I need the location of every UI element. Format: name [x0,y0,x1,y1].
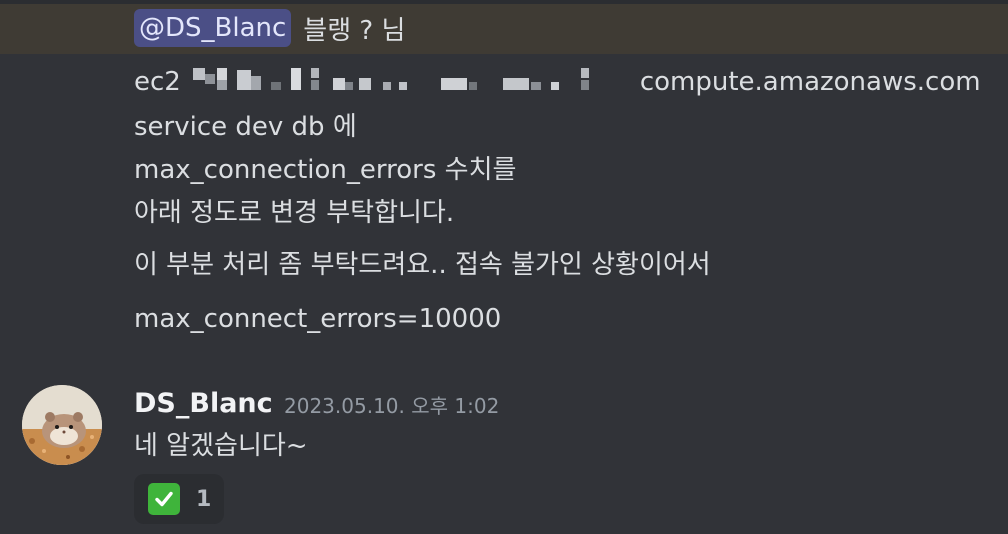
username[interactable]: DS_Blanc [134,386,273,422]
redacted-host-block [192,66,637,96]
chat-view: @DS_Blanc 블랭 ? 님 ec2 compute.amazonaws.c… [0,0,1008,534]
message-timestamp[interactable]: 2023.05.10. 오후 1:02 [284,394,499,418]
host-prefix: ec2 [134,67,181,97]
message-line-urgent: 이 부분 처리 좀 부탁드려요.. 접속 불가인 상황이어서 [134,250,711,280]
user-mention[interactable]: @DS_Blanc [134,9,292,47]
message-line-errors: max_connection_errors 수치를 [134,155,517,185]
message-line-host: ec2 compute.amazonaws.com [134,64,981,100]
mention-message-line: @DS_Blanc 블랭 ? 님 [134,6,405,50]
reaction-count: 1 [196,486,212,512]
message-line-service: service dev db 에 [134,112,357,142]
message-line-request: 아래 정도로 변경 부탁합니다. [134,198,455,228]
check-mark-icon [148,483,180,515]
reply-text: 네 알겠습니다~ [134,431,308,461]
host-suffix: compute.amazonaws.com [639,67,981,97]
hamster-avatar-icon [22,385,102,465]
reaction-button[interactable]: 1 [134,474,224,524]
avatar[interactable] [22,385,102,465]
mention-message-text: 블랭 ? 님 [303,15,406,46]
message-line-setting: max_connect_errors=10000 [134,304,502,334]
